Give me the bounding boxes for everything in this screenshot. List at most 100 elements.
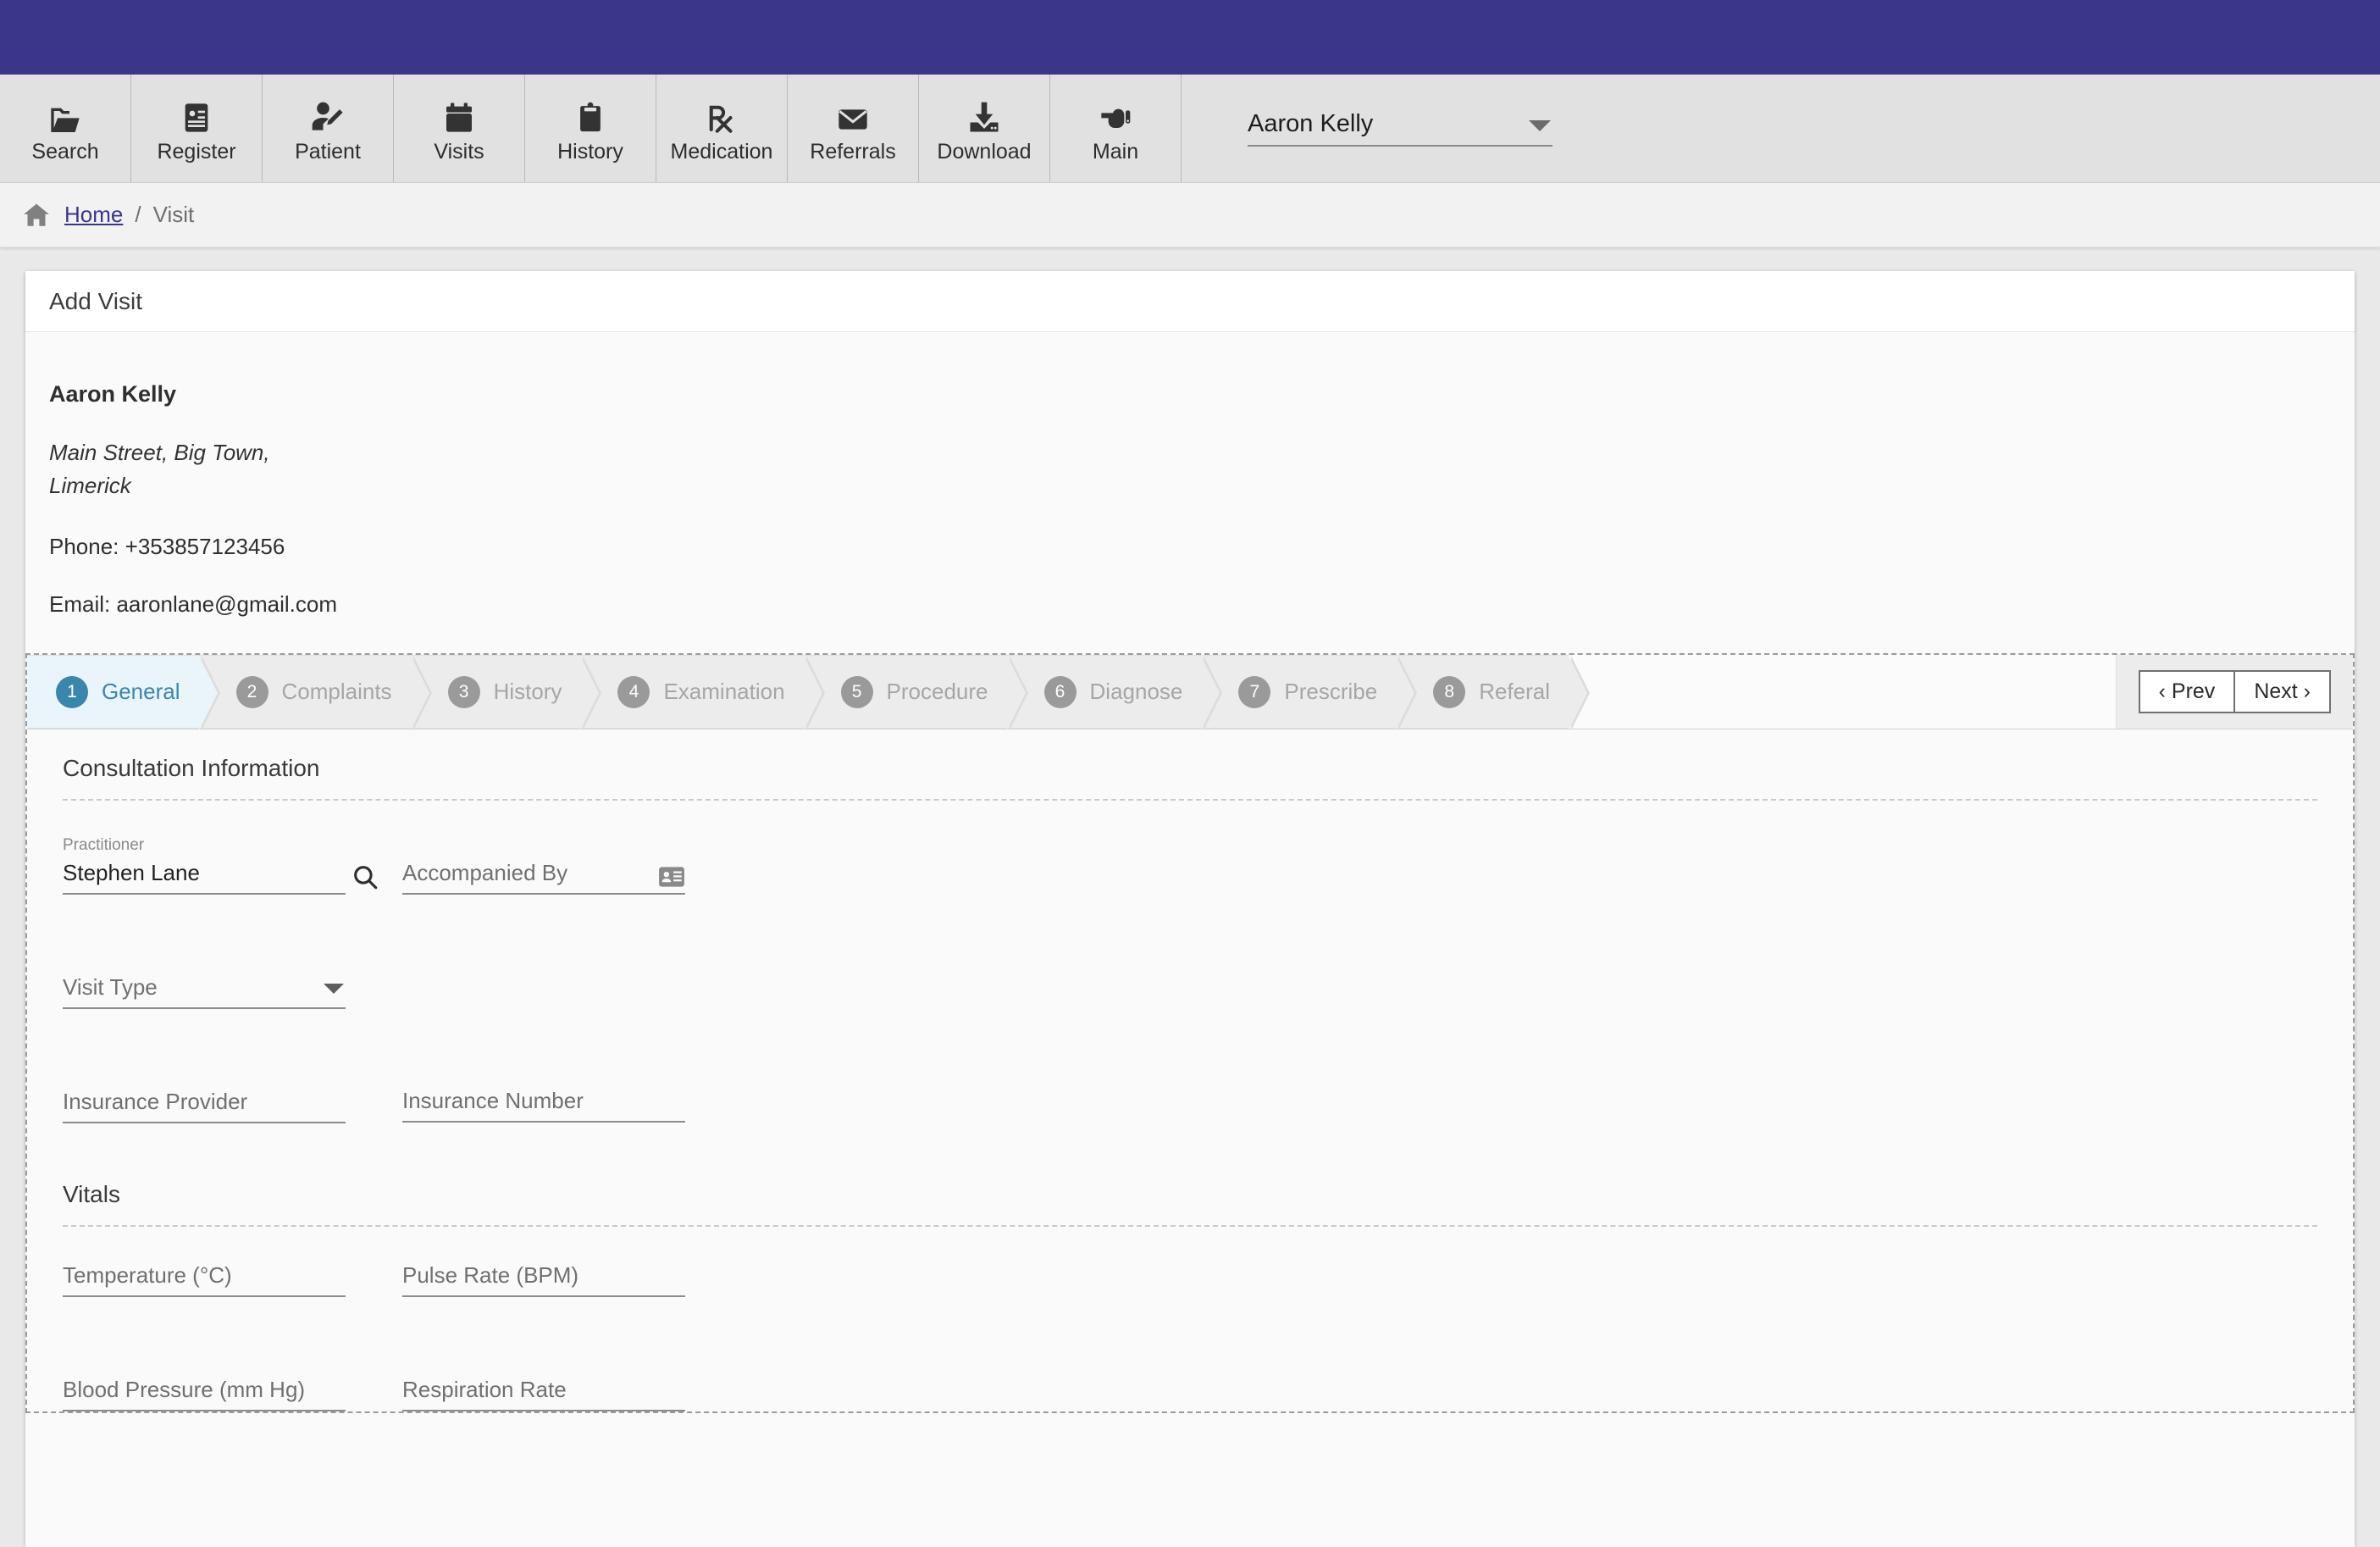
wizard-steps: 1 General 2 Complaints 3 History 4 Exami… [27, 655, 2116, 730]
accompanied-by-input[interactable]: Accompanied By [402, 860, 685, 895]
wizard-steps-row: 1 General 2 Complaints 3 History 4 Exami… [27, 655, 2353, 730]
consultation-column-left: Practitioner Stephen Lane Visit Type Ins… [63, 801, 378, 1123]
temperature-field: Temperature (°C) [63, 1262, 346, 1297]
pulse-rate-input[interactable]: Pulse Rate (BPM) [402, 1262, 685, 1297]
contact-card-icon[interactable] [658, 866, 685, 888]
patient-address-line1: Main Street, Big Town, [49, 440, 270, 465]
blood-pressure-field: Blood Pressure (mm Hg) [63, 1377, 346, 1411]
breadcrumb-current: Visit [152, 202, 195, 227]
vitals-column-left: Temperature (°C) Blood Pressure (mm Hg) [63, 1227, 346, 1411]
step-label: Prescribe [1284, 679, 1378, 704]
main-toolbar: Search Register Patient Visits History M… [0, 75, 2380, 183]
next-button[interactable]: Next › [2234, 670, 2331, 713]
step-label: General [102, 679, 180, 704]
toolbar-label: Medication [670, 140, 773, 164]
step-label: Procedure [886, 679, 988, 704]
practitioner-label: Practitioner [63, 836, 145, 854]
vitals-section-title: Vitals [63, 1181, 120, 1207]
insurance-number-input[interactable]: Insurance Number [402, 1088, 685, 1123]
pulse-rate-placeholder: Pulse Rate (BPM) [402, 1262, 579, 1288]
step-label: History [493, 679, 562, 704]
toolbar-item-medication[interactable]: Medication [656, 75, 788, 182]
toolbar-item-search[interactable]: Search [0, 75, 131, 182]
patient-email: Email: aaronlane@gmail.com [49, 591, 337, 617]
step-number: 4 [617, 675, 650, 708]
folder-open-icon [47, 92, 84, 136]
visit-wizard: 1 General 2 Complaints 3 History 4 Exami… [25, 653, 2355, 1413]
visit-type-select[interactable]: Visit Type [63, 974, 346, 1009]
vitals-column-right: Pulse Rate (BPM) Respiration Rate [402, 1227, 685, 1411]
wizard-step-diagnose[interactable]: 6 Diagnose [1006, 655, 1223, 730]
practitioner-field: Practitioner Stephen Lane [63, 836, 378, 895]
toolbar-label: Download [937, 140, 1032, 164]
accompanied-by-spacer-label [402, 836, 685, 855]
insurance-provider-field: Insurance Provider [63, 1089, 346, 1123]
wizard-step-history[interactable]: 3 History [410, 655, 602, 730]
temperature-placeholder: Temperature (°C) [63, 1262, 232, 1288]
toolbar-item-visits[interactable]: Visits [394, 75, 525, 182]
prev-button[interactable]: ‹ Prev [2138, 670, 2235, 713]
patient-address: Main Street, Big Town, Limerick [49, 436, 2355, 502]
user-edit-icon [308, 92, 347, 136]
practitioner-input[interactable]: Stephen Lane [63, 860, 378, 895]
page-body: Add Visit Aaron Kelly Main Street, Big T… [0, 247, 2380, 1547]
breadcrumb-home-link[interactable]: Home [64, 202, 123, 228]
consultation-section-title: Consultation Information [63, 755, 320, 781]
wizard-step-examination[interactable]: 4 Examination [580, 655, 825, 730]
step-label: Referal [1479, 679, 1551, 704]
wizard-step-prescribe[interactable]: 7 Prescribe [1201, 655, 1418, 730]
clipboard-icon [574, 92, 606, 136]
wizard-step-referal[interactable]: 8 Referal [1396, 655, 1590, 730]
step-label: Examination [663, 679, 785, 704]
toolbar-item-patient[interactable]: Patient [263, 75, 394, 182]
toolbar-item-register[interactable]: Register [131, 75, 263, 182]
blood-pressure-input[interactable]: Blood Pressure (mm Hg) [63, 1377, 346, 1411]
id-card-icon [180, 92, 213, 136]
envelope-icon [834, 92, 872, 136]
prescription-rx-icon [704, 92, 739, 136]
home-icon[interactable] [20, 201, 53, 230]
toolbar-item-referrals[interactable]: Referrals [788, 75, 919, 182]
patient-address-line2: Limerick [49, 473, 131, 498]
toolbar-item-main[interactable]: Main [1050, 75, 1182, 182]
temperature-input[interactable]: Temperature (°C) [63, 1262, 346, 1297]
respiration-rate-field: Respiration Rate [402, 1377, 685, 1411]
vitals-section: Vitals Temperature (°C) Blood Pressure (… [63, 1181, 2317, 1411]
patient-phone: Phone: +353857123456 [49, 534, 285, 559]
wizard-step-complaints[interactable]: 2 Complaints [198, 655, 432, 730]
chevron-down-icon [1529, 120, 1551, 131]
consultation-column-right: Accompanied By Insurance Number [402, 801, 685, 1123]
insurance-provider-input[interactable]: Insurance Provider [63, 1089, 346, 1123]
step-number: 6 [1043, 675, 1077, 708]
search-icon[interactable] [351, 862, 379, 891]
toolbar-label: Patient [295, 140, 361, 164]
insurance-provider-placeholder: Insurance Provider [63, 1089, 248, 1114]
toolbar-item-history[interactable]: History [525, 75, 656, 182]
step-number: 1 [56, 675, 88, 708]
visit-type-field: Visit Type [63, 974, 346, 1009]
accompanied-by-placeholder: Accompanied By [402, 860, 568, 885]
breadcrumb: Home / Visit [0, 183, 2380, 247]
patient-select[interactable]: Aaron Kelly [1248, 110, 1553, 147]
step-number: 7 [1238, 675, 1271, 708]
step-label: Complaints [281, 679, 392, 704]
vitals-fields: Temperature (°C) Blood Pressure (mm Hg) [63, 1227, 2317, 1411]
patient-select-container: Aaron Kelly [1182, 75, 1553, 182]
wizard-step-procedure[interactable]: 5 Procedure [803, 655, 1028, 730]
accompanied-by-field: Accompanied By [402, 836, 685, 895]
patient-name: Aaron Kelly [49, 381, 177, 407]
toolbar-item-download[interactable]: Download [919, 75, 1050, 182]
app-header-bar [0, 0, 2380, 75]
step-number: 2 [235, 675, 268, 708]
blood-pressure-placeholder: Blood Pressure (mm Hg) [63, 1377, 306, 1402]
patient-summary: Aaron Kelly Main Street, Big Town, Limer… [25, 332, 2355, 618]
wizard-step-general[interactable]: 1 General [27, 655, 219, 730]
hand-pointer-icon [1098, 92, 1133, 136]
general-step-form: Consultation Information Practitioner St… [27, 729, 2353, 1411]
card-body: Aaron Kelly Main Street, Big Town, Limer… [25, 332, 2355, 1547]
respiration-rate-input[interactable]: Respiration Rate [402, 1377, 685, 1411]
